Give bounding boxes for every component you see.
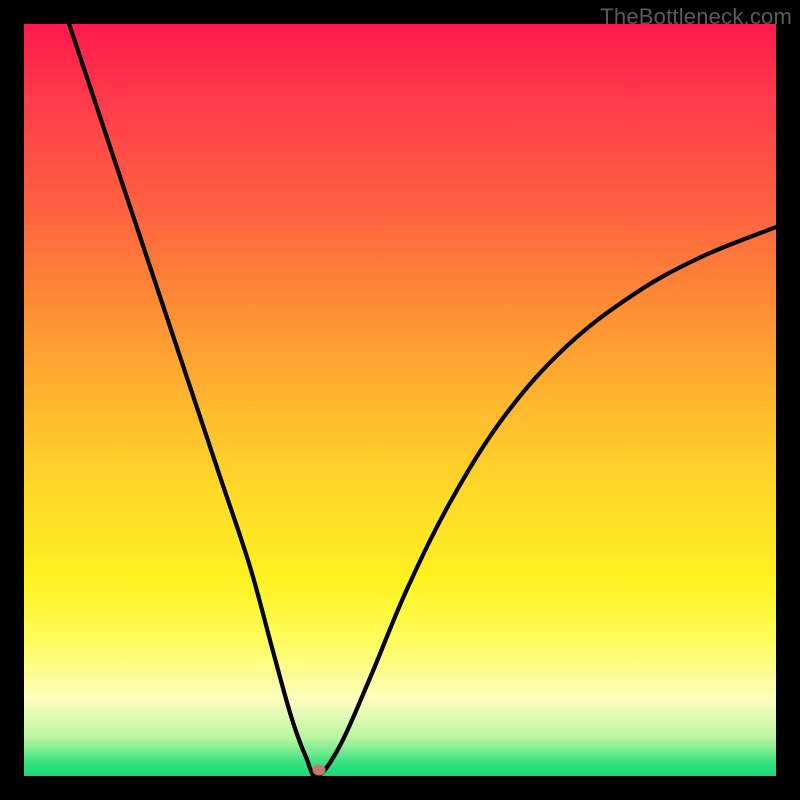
chart-frame: TheBottleneck.com [0,0,800,800]
bottleneck-curve [69,24,776,776]
curve-svg [24,24,776,776]
min-point-marker [312,764,325,775]
watermark-text: TheBottleneck.com [600,4,792,30]
plot-area [24,24,776,776]
